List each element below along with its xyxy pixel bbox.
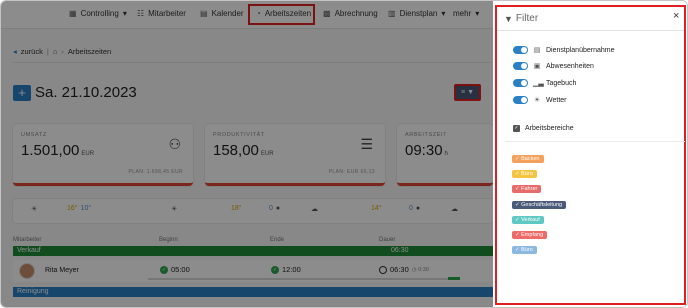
toggle-wetter[interactable]: ☀ Wetter	[513, 96, 567, 104]
area-tag-geschaeftsleitung[interactable]: ✓ Geschäftsleitung	[512, 201, 567, 209]
area-tag-buero-2[interactable]: ✓ Büro	[512, 246, 537, 254]
toggle-switch[interactable]	[513, 79, 528, 87]
area-tag-verkauf[interactable]: ✓ Verkauf	[512, 216, 544, 224]
arbeitsbereiche-checkbox[interactable]: ✓ Arbeitsbereiche	[513, 125, 574, 132]
checkbox[interactable]: ✓	[513, 125, 520, 132]
toggle-tagebuch[interactable]: ▁▃ Tagebuch	[513, 79, 576, 87]
chart-icon: ▁▃	[533, 80, 544, 87]
toggle-dienstplanuebernahme[interactable]: ▤ Dienstplanübernahme	[513, 46, 615, 54]
toggle-abwesenheiten[interactable]: ▣ Abwesenheiten	[513, 62, 594, 70]
calendar-icon: ▤	[533, 47, 541, 54]
toggle-switch[interactable]	[513, 62, 528, 70]
area-tag-fahrer[interactable]: ✓ Fahrer	[512, 185, 542, 193]
modal-overlay[interactable]	[1, 1, 493, 307]
toggle-switch[interactable]	[513, 96, 528, 104]
calendar-x-icon: ▣	[533, 63, 541, 70]
sun-icon: ☀	[533, 97, 541, 104]
filter-panel-title: ▼ Filter	[504, 13, 539, 24]
area-tag-backen[interactable]: ✓ Backen	[512, 155, 544, 163]
filter-icon: ▼	[504, 13, 513, 24]
window-frame: ▦ Controlling ▾ ☷ Mitarbeiter ▤ Kalender…	[0, 0, 688, 308]
divider	[497, 30, 684, 31]
area-tag-buero[interactable]: ✓ Büro	[512, 170, 537, 178]
main-app: ▦ Controlling ▾ ☷ Mitarbeiter ▤ Kalender…	[1, 1, 493, 307]
area-tag-empfang[interactable]: ✓ Empfang	[512, 231, 548, 239]
close-icon[interactable]: ×	[673, 10, 679, 22]
toggle-switch[interactable]	[513, 46, 528, 54]
divider	[505, 141, 685, 142]
